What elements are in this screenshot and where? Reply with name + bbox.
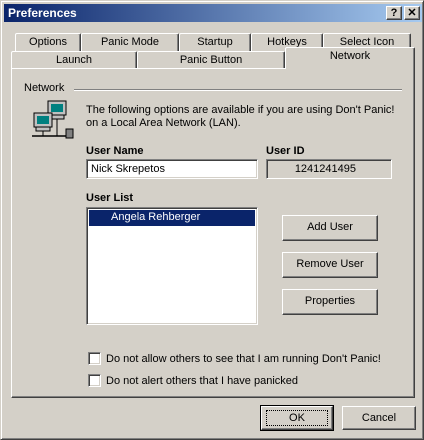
description-line-2: on a Local Area Network (LAN). [86,117,241,129]
hide-running-checkbox[interactable] [88,352,101,365]
remove-user-button[interactable]: Remove User [282,252,378,278]
help-button[interactable]: ? [386,6,402,20]
tab-panic-button[interactable]: Panic Button [137,51,285,69]
user-id-label: User ID [266,145,305,157]
tab-network[interactable]: Network [285,47,415,69]
no-alert-label[interactable]: Do not alert others that I have panicked [106,375,298,387]
user-list[interactable]: Angela Rehberger [86,207,258,325]
tab-startup[interactable]: Startup [179,33,251,51]
group-divider [74,89,402,91]
add-user-button[interactable]: Add User [282,215,378,241]
ok-button-label: OK [266,410,328,426]
network-computers-icon [32,100,74,139]
preferences-dialog: Preferences ? ✕ Options Panic Mode Start… [0,0,424,440]
window-title: Preferences [8,6,77,20]
user-id-field: 1241241495 [266,159,392,179]
tab-options[interactable]: Options [15,33,81,51]
tab-panic-mode[interactable]: Panic Mode [81,33,179,51]
list-item[interactable]: Angela Rehberger [89,210,255,226]
tab-launch[interactable]: Launch [11,51,137,69]
description-line-1: The following options are available if y… [86,104,395,116]
ok-button[interactable]: OK [260,405,334,431]
title-bar[interactable]: Preferences ? ✕ [4,4,422,22]
hide-running-label[interactable]: Do not allow others to see that I am run… [106,353,381,365]
user-name-label: User Name [86,145,144,157]
close-button[interactable]: ✕ [404,6,420,20]
network-panel: Network The following options are availa… [11,68,415,398]
properties-button[interactable]: Properties [282,289,378,315]
user-list-label: User List [86,192,134,204]
network-group-label: Network [24,82,65,94]
user-name-field[interactable]: Nick Skrepetos [86,159,258,179]
cancel-button[interactable]: Cancel [342,406,416,430]
no-alert-checkbox[interactable] [88,374,101,387]
